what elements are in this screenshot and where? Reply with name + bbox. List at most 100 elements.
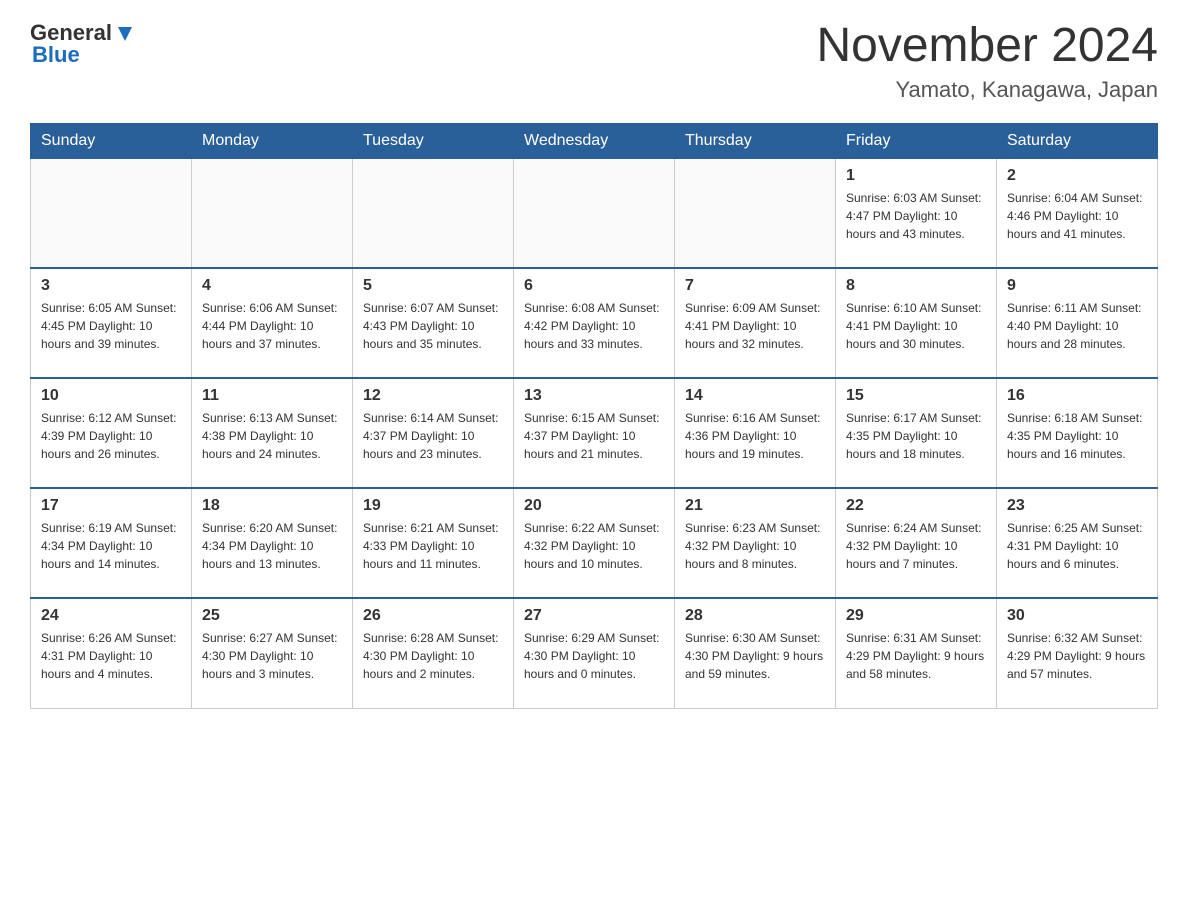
calendar-cell (192, 158, 353, 268)
calendar-cell: 24 Sunrise: 6:26 AM Sunset: 4:31 PM Dayli… (31, 598, 192, 708)
calendar-cell: 30 Sunrise: 6:32 AM Sunset: 4:29 PM Dayli… (997, 598, 1158, 708)
calendar-cell: 9 Sunrise: 6:11 AM Sunset: 4:40 PM Daylig… (997, 268, 1158, 378)
day-number: 2 (1007, 167, 1147, 185)
day-number: 19 (363, 497, 503, 515)
calendar-subtitle: Yamato, Kanagawa, Japan (816, 77, 1158, 103)
day-info: Sunrise: 6:22 AM Sunset: 4:32 PM Dayligh… (524, 519, 664, 573)
day-number: 21 (685, 497, 825, 515)
day-number: 18 (202, 497, 342, 515)
calendar-title: November 2024 (816, 20, 1158, 73)
day-number: 6 (524, 277, 664, 295)
calendar-cell: 13 Sunrise: 6:15 AM Sunset: 4:37 PM Dayli… (514, 378, 675, 488)
day-info: Sunrise: 6:20 AM Sunset: 4:34 PM Dayligh… (202, 519, 342, 573)
calendar-cell: 19 Sunrise: 6:21 AM Sunset: 4:33 PM Dayli… (353, 488, 514, 598)
day-info: Sunrise: 6:25 AM Sunset: 4:31 PM Dayligh… (1007, 519, 1147, 573)
day-number: 3 (41, 277, 181, 295)
day-info: Sunrise: 6:07 AM Sunset: 4:43 PM Dayligh… (363, 299, 503, 353)
day-number: 24 (41, 607, 181, 625)
day-info: Sunrise: 6:05 AM Sunset: 4:45 PM Dayligh… (41, 299, 181, 353)
calendar-cell: 2Sunrise: 6:04 AM Sunset: 4:46 PM Daylig… (997, 158, 1158, 268)
day-info: Sunrise: 6:03 AM Sunset: 4:47 PM Dayligh… (846, 189, 986, 243)
day-info: Sunrise: 6:16 AM Sunset: 4:36 PM Dayligh… (685, 409, 825, 463)
day-number: 30 (1007, 607, 1147, 625)
column-header-friday: Friday (836, 123, 997, 158)
day-number: 15 (846, 387, 986, 405)
calendar-cell: 5 Sunrise: 6:07 AM Sunset: 4:43 PM Daylig… (353, 268, 514, 378)
day-number: 26 (363, 607, 503, 625)
day-number: 5 (363, 277, 503, 295)
day-number: 17 (41, 497, 181, 515)
calendar-cell: 3 Sunrise: 6:05 AM Sunset: 4:45 PM Daylig… (31, 268, 192, 378)
day-info: Sunrise: 6:15 AM Sunset: 4:37 PM Dayligh… (524, 409, 664, 463)
day-info: Sunrise: 6:27 AM Sunset: 4:30 PM Dayligh… (202, 629, 342, 683)
day-info: Sunrise: 6:29 AM Sunset: 4:30 PM Dayligh… (524, 629, 664, 683)
day-number: 10 (41, 387, 181, 405)
day-info: Sunrise: 6:14 AM Sunset: 4:37 PM Dayligh… (363, 409, 503, 463)
day-number: 13 (524, 387, 664, 405)
logo: General Blue (30, 20, 136, 68)
calendar-cell: 6 Sunrise: 6:08 AM Sunset: 4:42 PM Daylig… (514, 268, 675, 378)
day-number: 12 (363, 387, 503, 405)
day-number: 4 (202, 277, 342, 295)
day-number: 11 (202, 387, 342, 405)
calendar-cell: 16Sunrise: 6:18 AM Sunset: 4:35 PM Dayli… (997, 378, 1158, 488)
column-header-monday: Monday (192, 123, 353, 158)
calendar-cell: 10 Sunrise: 6:12 AM Sunset: 4:39 PM Dayli… (31, 378, 192, 488)
calendar-cell: 8Sunrise: 6:10 AM Sunset: 4:41 PM Daylig… (836, 268, 997, 378)
calendar-cell: 28Sunrise: 6:30 AM Sunset: 4:30 PM Dayli… (675, 598, 836, 708)
calendar-cell: 11 Sunrise: 6:13 AM Sunset: 4:38 PM Dayli… (192, 378, 353, 488)
calendar-cell: 20 Sunrise: 6:22 AM Sunset: 4:32 PM Dayli… (514, 488, 675, 598)
calendar-cell: 21Sunrise: 6:23 AM Sunset: 4:32 PM Dayli… (675, 488, 836, 598)
day-info: Sunrise: 6:06 AM Sunset: 4:44 PM Dayligh… (202, 299, 342, 353)
calendar-cell: 23 Sunrise: 6:25 AM Sunset: 4:31 PM Dayli… (997, 488, 1158, 598)
title-container: November 2024 Yamato, Kanagawa, Japan (816, 20, 1158, 103)
day-info: Sunrise: 6:19 AM Sunset: 4:34 PM Dayligh… (41, 519, 181, 573)
day-info: Sunrise: 6:13 AM Sunset: 4:38 PM Dayligh… (202, 409, 342, 463)
calendar-cell (31, 158, 192, 268)
day-number: 9 (1007, 277, 1147, 295)
calendar-cell (675, 158, 836, 268)
calendar-cell: 27 Sunrise: 6:29 AM Sunset: 4:30 PM Dayli… (514, 598, 675, 708)
logo-blue-text: Blue (32, 42, 80, 68)
page-header: General Blue November 2024 Yamato, Kanag… (30, 20, 1158, 103)
calendar-cell: 1 Sunrise: 6:03 AM Sunset: 4:47 PM Daylig… (836, 158, 997, 268)
calendar-cell: 18 Sunrise: 6:20 AM Sunset: 4:34 PM Dayli… (192, 488, 353, 598)
calendar-cell (514, 158, 675, 268)
calendar-cell (353, 158, 514, 268)
calendar-cell: 26Sunrise: 6:28 AM Sunset: 4:30 PM Dayli… (353, 598, 514, 708)
day-number: 1 (846, 167, 986, 185)
day-number: 8 (846, 277, 986, 295)
logo-arrow-icon (114, 23, 136, 45)
calendar-cell: 17 Sunrise: 6:19 AM Sunset: 4:34 PM Dayli… (31, 488, 192, 598)
calendar-cell: 12 Sunrise: 6:14 AM Sunset: 4:37 PM Dayli… (353, 378, 514, 488)
week-row-4: 17 Sunrise: 6:19 AM Sunset: 4:34 PM Dayli… (31, 488, 1158, 598)
day-info: Sunrise: 6:12 AM Sunset: 4:39 PM Dayligh… (41, 409, 181, 463)
calendar-cell: 4 Sunrise: 6:06 AM Sunset: 4:44 PM Daylig… (192, 268, 353, 378)
day-info: Sunrise: 6:18 AM Sunset: 4:35 PM Dayligh… (1007, 409, 1147, 463)
day-info: Sunrise: 6:26 AM Sunset: 4:31 PM Dayligh… (41, 629, 181, 683)
day-number: 22 (846, 497, 986, 515)
column-header-wednesday: Wednesday (514, 123, 675, 158)
column-header-thursday: Thursday (675, 123, 836, 158)
calendar-table: SundayMondayTuesdayWednesdayThursdayFrid… (30, 123, 1158, 709)
day-info: Sunrise: 6:31 AM Sunset: 4:29 PM Dayligh… (846, 629, 986, 683)
day-number: 7 (685, 277, 825, 295)
day-number: 29 (846, 607, 986, 625)
week-row-1: 1 Sunrise: 6:03 AM Sunset: 4:47 PM Daylig… (31, 158, 1158, 268)
day-number: 28 (685, 607, 825, 625)
day-info: Sunrise: 6:32 AM Sunset: 4:29 PM Dayligh… (1007, 629, 1147, 683)
day-number: 23 (1007, 497, 1147, 515)
week-row-3: 10 Sunrise: 6:12 AM Sunset: 4:39 PM Dayli… (31, 378, 1158, 488)
day-info: Sunrise: 6:17 AM Sunset: 4:35 PM Dayligh… (846, 409, 986, 463)
day-info: Sunrise: 6:11 AM Sunset: 4:40 PM Dayligh… (1007, 299, 1147, 353)
day-number: 20 (524, 497, 664, 515)
calendar-cell: 15 Sunrise: 6:17 AM Sunset: 4:35 PM Dayli… (836, 378, 997, 488)
day-info: Sunrise: 6:09 AM Sunset: 4:41 PM Dayligh… (685, 299, 825, 353)
day-number: 27 (524, 607, 664, 625)
day-info: Sunrise: 6:08 AM Sunset: 4:42 PM Dayligh… (524, 299, 664, 353)
column-header-sunday: Sunday (31, 123, 192, 158)
calendar-cell: 25Sunrise: 6:27 AM Sunset: 4:30 PM Dayli… (192, 598, 353, 708)
column-header-saturday: Saturday (997, 123, 1158, 158)
calendar-cell: 7 Sunrise: 6:09 AM Sunset: 4:41 PM Daylig… (675, 268, 836, 378)
day-info: Sunrise: 6:21 AM Sunset: 4:33 PM Dayligh… (363, 519, 503, 573)
